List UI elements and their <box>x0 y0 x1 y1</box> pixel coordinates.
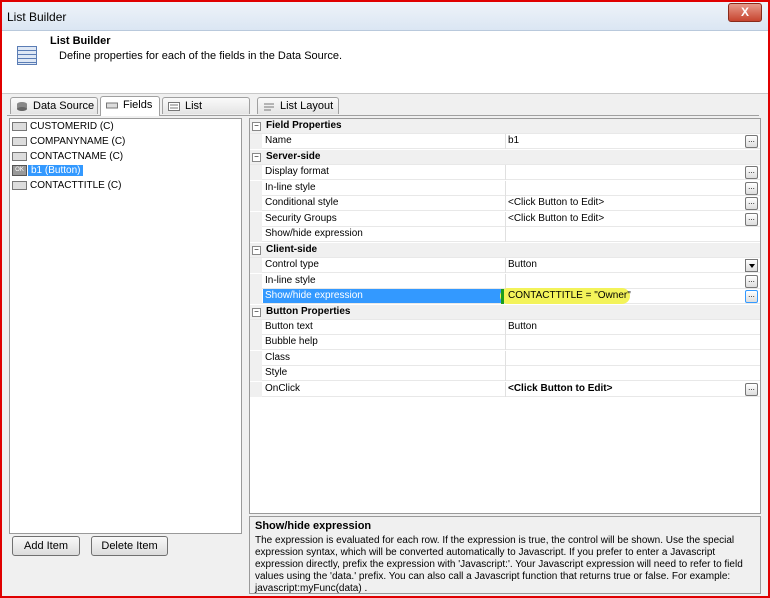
tab-label: Data Source <box>33 100 95 112</box>
help-panel: Show/hide expression The expression is e… <box>249 516 761 594</box>
property-row-security-groups[interactable]: Security Groups <Click Button to Edit>... <box>250 212 760 227</box>
database-icon <box>17 102 27 111</box>
list-item[interactable]: COMPANYNAME (C) <box>12 135 125 149</box>
field-icon <box>12 121 27 131</box>
property-row-show-hide-client[interactable]: Show/hide expression CONTACTTITLE = "Owne… <box>250 288 760 304</box>
property-row-inline-style[interactable]: In-line style... <box>250 181 760 196</box>
field-list[interactable]: CUSTOMERID (C) COMPANYNAME (C) CONTACTNA… <box>9 118 242 534</box>
header-panel: List Builder Define properties for each … <box>2 31 768 94</box>
property-row-button-text[interactable]: Button text Button <box>250 320 760 335</box>
tab-list-layout[interactable]: List Layout <box>257 97 339 114</box>
collapse-icon[interactable]: − <box>252 246 261 255</box>
add-item-button[interactable]: Add Item <box>12 536 80 556</box>
property-row-inline-style-client[interactable]: In-line style... <box>250 274 760 289</box>
list-builder-window: List Builder X List Builder Define prope… <box>0 0 770 598</box>
field-icon <box>12 136 27 146</box>
property-grid: − Field Properties Name b1... − Server-side… <box>249 118 761 514</box>
property-row-bubble-help[interactable]: Bubble help <box>250 335 760 350</box>
help-title: Show/hide expression <box>255 520 372 532</box>
help-body: The expression is evaluated for each row… <box>255 535 743 594</box>
ellipsis-button[interactable]: ... <box>745 166 758 179</box>
ellipsis-button[interactable]: ... <box>745 290 758 303</box>
category-server-side[interactable]: − Server-side <box>250 150 760 165</box>
property-row-class[interactable]: Class <box>250 351 760 366</box>
tab-fields[interactable]: Fields <box>100 96 160 116</box>
layout-icon <box>264 103 274 111</box>
ellipsis-button[interactable]: ... <box>745 197 758 210</box>
category-field-properties[interactable]: − Field Properties <box>250 119 760 134</box>
category-button-properties[interactable]: − Button Properties <box>250 305 760 320</box>
collapse-icon[interactable]: − <box>252 153 261 162</box>
delete-item-button[interactable]: Delete Item <box>91 536 168 556</box>
tab-label: Fields <box>123 99 153 111</box>
tab-data-source[interactable]: Data Source <box>10 97 98 114</box>
list-item-selected[interactable]: OK b1 (Button) <box>12 164 84 178</box>
list-item[interactable]: CUSTOMERID (C) <box>12 120 114 134</box>
property-row-style[interactable]: Style <box>250 366 760 381</box>
tab-label: List Layout <box>280 100 334 112</box>
header-subtitle: Define properties for each of the fields… <box>59 50 343 62</box>
collapse-icon[interactable]: − <box>252 122 261 131</box>
button-field-icon: OK <box>12 164 27 176</box>
name-value[interactable]: b1 <box>508 135 519 146</box>
property-row-show-hide-server[interactable]: Show/hide expression <box>250 227 760 242</box>
window-title: List Builder <box>7 10 67 24</box>
ellipsis-button[interactable]: ... <box>745 182 758 195</box>
header-title: List Builder <box>50 35 111 47</box>
property-row-name[interactable]: Name b1... <box>250 134 760 149</box>
list-item[interactable]: CONTACTTITLE (C) <box>12 179 121 193</box>
list-builder-icon <box>17 46 37 65</box>
ellipsis-button[interactable]: ... <box>745 135 758 148</box>
close-button[interactable]: X <box>728 3 762 22</box>
list-item[interactable]: CONTACTNAME (C) <box>12 150 123 164</box>
field-icon <box>106 102 118 109</box>
title-bar: List Builder X <box>2 2 768 31</box>
dropdown-arrow-icon[interactable] <box>745 259 758 272</box>
close-icon: X <box>740 5 749 19</box>
ellipsis-button[interactable]: ... <box>745 275 758 288</box>
field-icon <box>12 180 27 190</box>
category-client-side[interactable]: − Client-side <box>250 243 760 258</box>
ellipsis-button[interactable]: ... <box>745 383 758 396</box>
field-icon <box>12 151 27 161</box>
tab-list-properties[interactable]: List Properties <box>162 97 250 129</box>
collapse-icon[interactable]: − <box>252 308 261 317</box>
tab-strip: Data Source Fields List Properties List … <box>10 96 760 129</box>
edit-marker <box>501 289 504 304</box>
property-row-onclick[interactable]: OnClick <Click Button to Edit>... <box>250 382 760 397</box>
property-row-control-type[interactable]: Control type Button <box>250 258 760 273</box>
property-row-conditional-style[interactable]: Conditional style <Click Button to Edit>.… <box>250 196 760 211</box>
show-hide-expression-value[interactable]: CONTACTTITLE = "Owner" <box>508 290 631 301</box>
properties-icon <box>168 102 180 111</box>
ellipsis-button[interactable]: ... <box>745 213 758 226</box>
property-row-display-format[interactable]: Display format... <box>250 165 760 180</box>
